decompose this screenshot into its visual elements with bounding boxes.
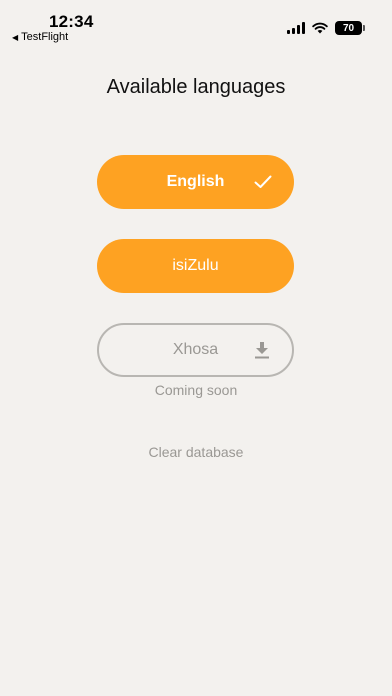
status-indicators: 70: [287, 21, 365, 35]
language-label: Xhosa: [172, 341, 219, 358]
language-label: English: [166, 173, 225, 190]
status-bar: 12:34 ◀ TestFlight 70: [0, 0, 392, 48]
clear-database-link[interactable]: Clear database: [0, 444, 392, 460]
language-button-english[interactable]: English: [97, 155, 294, 209]
language-button-xhosa[interactable]: Xhosa: [97, 323, 294, 377]
back-app-label: TestFlight: [21, 31, 69, 43]
language-button-isizulu[interactable]: isiZulu: [97, 239, 294, 293]
status-time: 12:34: [49, 12, 94, 31]
cellular-signal-icon: [287, 22, 305, 34]
back-arrow-icon: ◀: [12, 32, 19, 42]
back-to-app-link[interactable]: ◀ TestFlight: [12, 31, 68, 43]
battery-indicator: 70: [335, 21, 365, 35]
wifi-icon: [312, 22, 328, 34]
checkmark-icon: [254, 175, 272, 189]
coming-soon-note: Coming soon: [154, 382, 238, 398]
language-label: isiZulu: [172, 257, 219, 274]
page-title: Available languages: [106, 76, 286, 98]
download-icon[interactable]: [254, 341, 270, 359]
